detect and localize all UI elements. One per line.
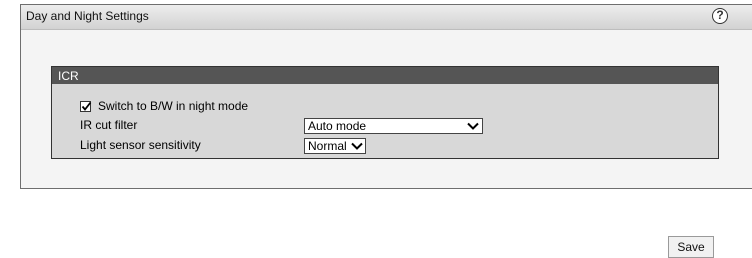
ir-cut-value: Auto mode [308,119,367,133]
day-night-settings-panel: Day and Night Settings ? ICR Switch to B… [20,4,752,189]
ir-cut-label: IR cut filter [80,118,138,132]
light-sensor-value: Normal [308,139,347,153]
help-icon[interactable]: ? [712,8,728,24]
panel-title: Day and Night Settings [26,9,149,23]
icr-section: ICR Switch to B/W in night mode IR cut f… [51,66,719,159]
icr-header: ICR [52,67,718,84]
chevron-down-icon [467,122,479,130]
checkmark-icon [81,101,92,111]
chevron-down-icon [351,142,363,150]
night-mode-label: Switch to B/W in night mode [98,99,249,113]
panel-header: Day and Night Settings ? [21,5,752,30]
light-sensor-select[interactable]: Normal [304,138,366,154]
icr-title: ICR [58,69,79,83]
light-sensor-label: Light sensor sensitivity [80,138,201,152]
save-button[interactable]: Save [668,236,714,258]
night-mode-checkbox[interactable] [80,101,92,112]
ir-cut-select[interactable]: Auto mode [304,118,483,134]
